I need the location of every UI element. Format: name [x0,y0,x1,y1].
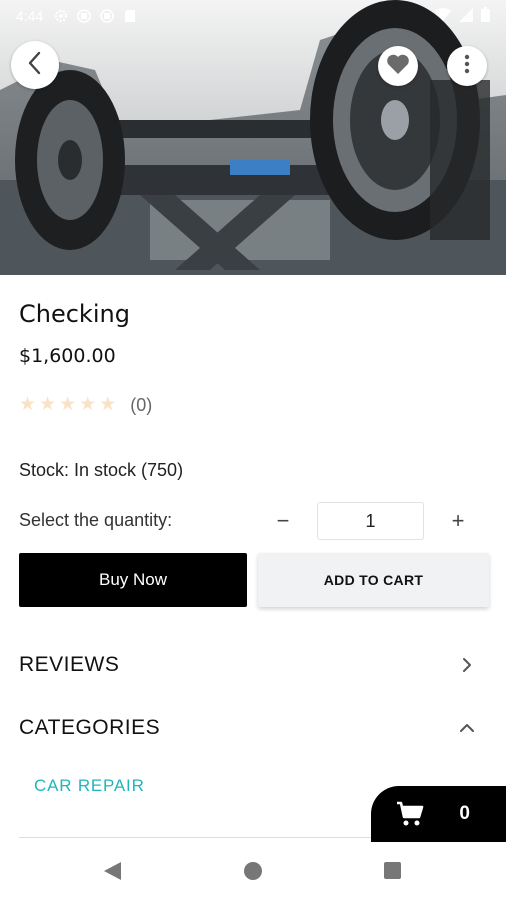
chevron-left-icon [26,51,44,80]
reviews-label: REVIEWS [19,653,120,676]
nav-recents-button[interactable] [384,862,401,879]
heart-icon [386,53,410,80]
chevron-right-icon [457,655,477,675]
rating: ★ ★ ★ ★ ★ (0) [19,394,152,416]
sd-card-icon [122,9,137,24]
add-to-cart-button[interactable]: ADD TO CART [258,553,489,607]
settings-icon [53,9,68,24]
star-icon: ★ [19,394,37,415]
more-options-button[interactable] [447,46,487,86]
star-icon: ★ [79,394,97,415]
product-title: Checking [19,300,130,328]
notification-icon [76,9,91,24]
cart-icon [396,800,424,828]
product-price: $1,600.00 [19,345,116,367]
star-icon: ★ [39,394,57,415]
back-button[interactable] [11,41,59,89]
favorite-button[interactable] [378,46,418,86]
star-icon: ★ [99,394,117,415]
more-vertical-icon [464,54,470,79]
wifi-icon [435,7,451,25]
category-link[interactable]: CAR REPAIR [34,776,145,796]
rating-count: (0) [130,394,153,415]
quantity-label: Select the quantity: [19,510,173,530]
nav-back-button[interactable] [101,860,123,882]
system-navigation-bar [0,842,506,900]
reviews-section-header[interactable]: REVIEWS [19,645,477,685]
nav-home-button[interactable] [244,862,262,880]
quantity-decrease-button[interactable]: − [270,505,296,537]
status-bar: 4:44 [0,0,506,32]
rating-stars: ★ ★ ★ ★ ★ [19,394,116,416]
notification-icon [99,9,114,24]
star-icon: ★ [59,394,77,415]
cart-count: 0 [459,803,470,824]
battery-icon [481,7,490,25]
product-image [0,0,506,275]
quantity-increase-button[interactable]: + [445,505,471,537]
quantity-input[interactable]: 1 [317,502,424,540]
signal-icon [459,7,473,25]
cart-button[interactable]: 0 [371,786,506,842]
buy-now-button[interactable]: Buy Now [19,553,247,607]
status-time: 4:44 [16,8,44,24]
chevron-up-icon [457,718,477,738]
stock-status: Stock: In stock (750) [19,460,184,480]
categories-label: CATEGORIES [19,716,161,739]
categories-section-header[interactable]: CATEGORIES [19,708,477,748]
